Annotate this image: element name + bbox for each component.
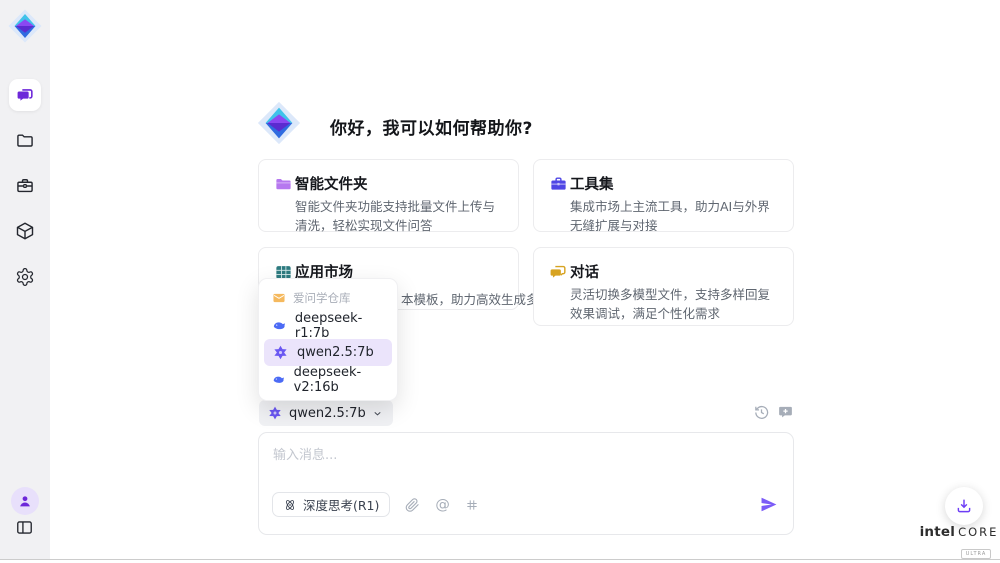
model-option-deepseek-r1[interactable]: deepseek-r1:7b [264, 312, 392, 339]
download-icon [955, 497, 973, 515]
sidebar-item-settings[interactable] [15, 267, 35, 287]
attach-file-icon[interactable] [405, 497, 420, 513]
deep-think-button[interactable]: 深度思考(R1) [272, 492, 390, 517]
card-title: 对话 [570, 261, 599, 282]
smart-folder-icon [274, 175, 293, 194]
chat-icon [16, 86, 35, 105]
intel-logo-text: intel [920, 524, 955, 540]
user-avatar[interactable] [11, 487, 39, 515]
card-dialogue[interactable]: 对话 灵活切换多模型文件，支持多样回复效果调试，满足个性化需求 [533, 247, 794, 326]
deep-think-atom-icon [283, 498, 297, 512]
window-bottom-edge [0, 559, 1000, 560]
model-selector-button[interactable]: qwen2.5:7b [259, 400, 393, 426]
user-icon [17, 493, 33, 509]
model-option-qwen[interactable]: qwen2.5:7b [264, 339, 392, 366]
dialogue-icon [549, 263, 568, 282]
deepseek-icon [272, 317, 287, 334]
card-description: 集成市场上主流工具，助力AI与外界无缝扩展与对接 [570, 198, 782, 236]
prompt-grid-icon[interactable] [465, 497, 479, 513]
assistant-logo-icon [256, 100, 302, 146]
card-title: 智能文件夹 [295, 173, 368, 194]
model-repo-icon [272, 291, 286, 305]
sidebar-item-folders[interactable] [15, 131, 35, 151]
model-group-header: 爱问学仓库 [264, 285, 392, 312]
card-title: 工具集 [570, 173, 614, 194]
selected-model-label: qwen2.5:7b [289, 406, 366, 421]
new-chat-icon[interactable] [777, 404, 794, 421]
history-icon[interactable] [753, 404, 770, 421]
sidebar-item-toolbox[interactable] [15, 176, 35, 196]
model-dropdown: 爱问学仓库 deepseek-r1:7b qwen2.5:7b deepseek… [258, 278, 398, 401]
model-option-deepseek-v2[interactable]: deepseek-v2:16b [264, 366, 392, 393]
card-smart-folder[interactable]: 智能文件夹 智能文件夹功能支持批量文件上传与清洗，轻松实现文件问答 [258, 159, 519, 232]
card-description-fragment: 本模板，助力高效生成多 [401, 289, 539, 308]
sidebar-item-chat[interactable] [9, 79, 41, 111]
sidebar [0, 0, 50, 560]
deepseek-icon [272, 371, 286, 388]
card-description: 灵活切换多模型文件，支持多样回复效果调试，满足个性化需求 [570, 286, 782, 324]
chevron-down-icon [372, 408, 383, 419]
toolset-icon [549, 175, 568, 194]
qwen-icon [267, 405, 283, 421]
mention-icon[interactable]: @ [435, 497, 450, 513]
intel-ultra-badge: ULTRA [961, 549, 992, 559]
send-icon[interactable] [759, 495, 778, 514]
download-button[interactable] [945, 487, 983, 525]
qwen-icon [272, 344, 289, 361]
collapse-panel-icon[interactable] [15, 518, 34, 537]
card-toolset[interactable]: 工具集 集成市场上主流工具，助力AI与外界无缝扩展与对接 [533, 159, 794, 232]
page-title: 你好，我可以如何帮助你? [330, 114, 533, 139]
composer: 深度思考(R1) @ [258, 432, 794, 535]
sidebar-item-models[interactable] [15, 221, 35, 241]
card-description: 智能文件夹功能支持批量文件上传与清洗，轻松实现文件问答 [295, 198, 507, 236]
app-window: 你好，我可以如何帮助你? 智能文件夹 智能文件夹功能支持批量文件上传与清洗，轻松… [0, 0, 1000, 563]
app-logo-icon [7, 8, 43, 44]
composer-toolbar: 深度思考(R1) @ [272, 492, 479, 517]
intel-core-badge: intel core ULTRA [923, 524, 995, 559]
message-input[interactable] [273, 444, 753, 482]
